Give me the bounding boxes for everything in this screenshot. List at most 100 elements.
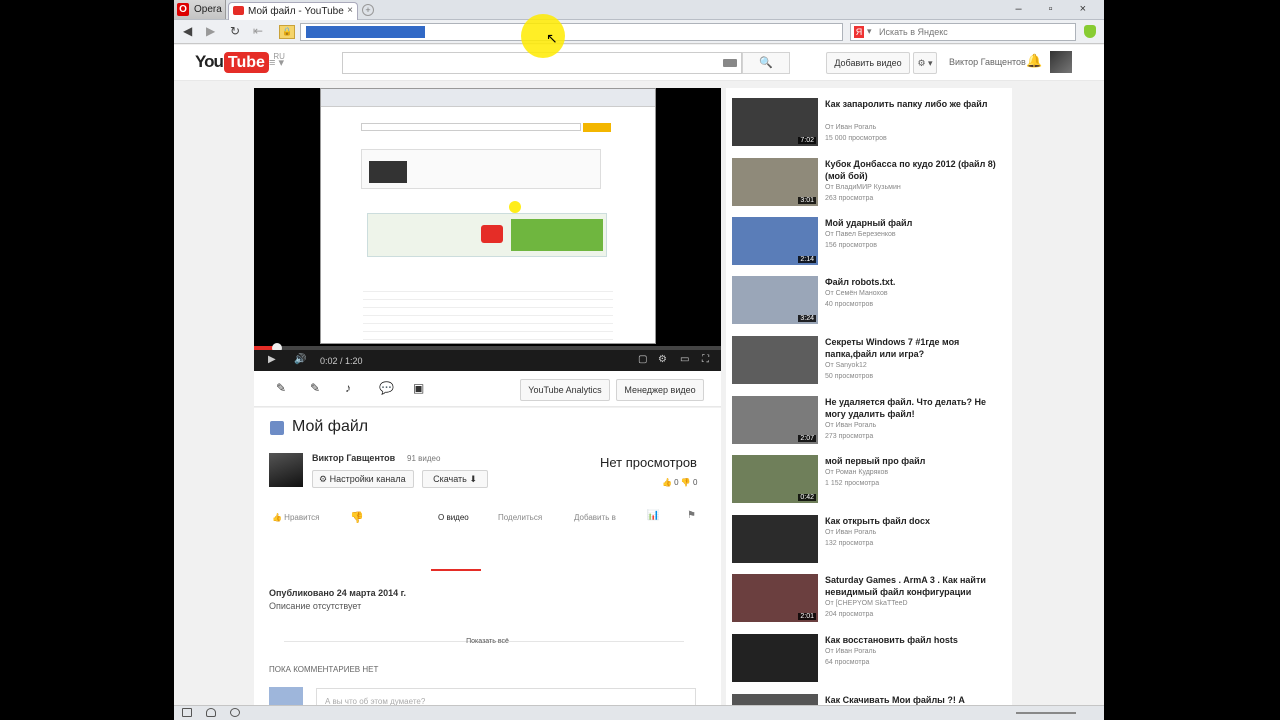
recommendation-thumbnail[interactable]: [732, 634, 818, 682]
turbo-icon[interactable]: [230, 708, 240, 717]
video-description: Описание отсутствует: [269, 601, 362, 611]
recommendation-item[interactable]: Секреты Windows 7 #1где моя папка,файл и…: [732, 336, 1010, 390]
settings-gear-icon[interactable]: ⚙ ▾: [913, 52, 937, 74]
like-button[interactable]: 👍 Нравится: [272, 513, 319, 522]
recommendation-title[interactable]: мой первый про файл: [825, 455, 1005, 467]
back-icon[interactable]: ◀: [183, 24, 192, 38]
tab-share[interactable]: Поделиться: [498, 513, 542, 522]
channel-video-count: 91 видео: [407, 454, 441, 463]
new-tab-button[interactable]: +: [362, 4, 374, 16]
analytics-button[interactable]: YouTube Analytics: [520, 379, 610, 401]
recommendation-title[interactable]: Не удаляется файл. Что делать? Не могу у…: [825, 396, 1005, 420]
yandex-search-field[interactable]: Я ▾ Искать в Яндекс: [850, 23, 1076, 41]
recommendation-item[interactable]: 2:07 Не удаляется файл. Что делать? Не м…: [732, 396, 1010, 450]
channel-avatar[interactable]: [269, 453, 303, 487]
recommendation-item[interactable]: 2:14 Мой ударный файл От Павел Березенко…: [732, 217, 1010, 271]
video-youtube-logo: [481, 225, 503, 243]
recommendation-item[interactable]: 7:02 Как запаролить папку либо же файл О…: [732, 98, 1010, 152]
recommendation-title[interactable]: Файл robots.txt.: [825, 276, 1005, 288]
download-button[interactable]: Скачать ⬇: [422, 470, 488, 488]
recommendation-thumbnail[interactable]: 3:24: [732, 276, 818, 324]
fullscreen-icon[interactable]: ⛶: [702, 354, 709, 365]
upload-button[interactable]: Добавить видео: [826, 52, 910, 74]
extension-icon[interactable]: [1084, 25, 1096, 38]
duration-badge: 2:14: [798, 256, 816, 263]
annotations-icon[interactable]: 💬: [379, 381, 394, 395]
video-manager-button[interactable]: Менеджер видео: [616, 379, 704, 401]
tab-youtube[interactable]: Мой файл - YouTube ×: [228, 2, 358, 20]
opera-menu-label: Opera: [194, 4, 222, 15]
recommendation-views: 263 просмотра: [825, 195, 874, 202]
recommendation-views: 50 просмотров: [825, 373, 874, 380]
camera-icon: [270, 421, 284, 435]
show-all-button[interactable]: Показать всё: [254, 638, 721, 648]
statistics-icon[interactable]: 📊: [647, 510, 659, 521]
url-field[interactable]: 🔒: [279, 23, 843, 41]
recommendation-thumbnail[interactable]: 0:42: [732, 455, 818, 503]
recommendation-thumbnail[interactable]: 2:01: [732, 574, 818, 622]
panel-toggle-icon[interactable]: [182, 708, 192, 717]
window-controls[interactable]: – ▫ ×: [1015, 3, 1098, 15]
video-player[interactable]: ▶ 🔊 0:02 / 1:20 ▢ ⚙ ▭ ⛶: [254, 88, 721, 371]
lock-icon[interactable]: 🔒: [279, 25, 295, 39]
recommendation-thumbnail[interactable]: 2:07: [732, 396, 818, 444]
recommendation-title[interactable]: Секреты Windows 7 #1где моя папка,файл и…: [825, 336, 1005, 360]
recommendation-title[interactable]: Кубок Донбасса по кудо 2012 (файл 8) (мо…: [825, 158, 1005, 182]
url-text-selected[interactable]: [306, 26, 426, 38]
notifications-bell-icon[interactable]: 🔔: [1026, 53, 1042, 69]
recommendation-item[interactable]: 2:01 Saturday Games . ArmA 3 . Как найти…: [732, 574, 1010, 628]
youtube-header: You Tube RU ≡ ▾ 🔍 Добавить видео ⚙ ▾ Викт…: [174, 45, 1104, 81]
dislike-button[interactable]: 👎: [350, 511, 364, 524]
avatar[interactable]: [1050, 51, 1072, 73]
subtitles-icon[interactable]: ▢: [638, 354, 647, 365]
video-list: [363, 284, 613, 343]
keyboard-icon[interactable]: [723, 59, 737, 67]
volume-icon[interactable]: 🔊: [294, 354, 306, 365]
published-date: Опубликовано 24 марта 2014 г.: [269, 588, 406, 598]
subtitles-edit-icon[interactable]: ▣: [413, 381, 424, 395]
recommendation-channel: От [CHEPYOM SkaTTeeD: [825, 600, 908, 607]
forward-icon[interactable]: ▶: [206, 24, 215, 38]
recommendation-item[interactable]: 3:24 Файл robots.txt. От Семён Манохов 4…: [732, 276, 1010, 330]
youtube-search-button[interactable]: 🔍: [742, 52, 790, 74]
player-settings-icon[interactable]: ⚙: [658, 354, 667, 365]
recommendation-item[interactable]: Как открыть файл docx От Иван Рогаль 132…: [732, 515, 1010, 569]
recommendation-title[interactable]: Мой ударный файл: [825, 217, 1005, 229]
edit-icon[interactable]: ✎: [276, 381, 286, 395]
recommendation-thumbnail[interactable]: [732, 336, 818, 384]
active-tab-underline: [431, 569, 481, 571]
recommendation-item[interactable]: Как восстановить файл hosts От Иван Рога…: [732, 634, 1010, 688]
zoom-slider[interactable]: [1016, 712, 1076, 714]
channel-name[interactable]: Виктор Гавщентов: [312, 453, 395, 463]
recommendation-title[interactable]: Как открыть файл docx: [825, 515, 1005, 527]
chevron-down-icon[interactable]: ▾: [867, 26, 872, 37]
guide-menu-icon[interactable]: ≡ ▾: [269, 56, 284, 69]
home-icon[interactable]: ⇤: [253, 24, 263, 38]
tab-close-icon[interactable]: ×: [347, 5, 353, 16]
tab-about[interactable]: О видео: [438, 513, 469, 522]
recommendation-thumbnail[interactable]: 7:02: [732, 98, 818, 146]
opera-menu-button[interactable]: O Opera: [174, 0, 226, 19]
channel-settings-button[interactable]: ⚙ Настройки канала: [312, 470, 414, 488]
enhancements-icon[interactable]: ✎: [310, 381, 320, 395]
user-name[interactable]: Виктор Гавщентов: [949, 57, 1026, 67]
play-icon[interactable]: ▶: [268, 354, 276, 365]
recommendation-thumbnail[interactable]: 2:14: [732, 217, 818, 265]
recommendation-item[interactable]: 0:42 мой первый про файл От Роман Кудряк…: [732, 455, 1010, 509]
reload-icon[interactable]: ↻: [230, 24, 240, 38]
recommendation-title[interactable]: Saturday Games . ArmA 3 . Как найти неви…: [825, 574, 1005, 598]
recommendation-title[interactable]: Как восстановить файл hosts: [825, 634, 1005, 646]
cloud-icon[interactable]: [206, 708, 216, 717]
player-controls: ▶ 🔊 0:02 / 1:20 ▢ ⚙ ▭ ⛶: [254, 350, 721, 371]
recommendation-item[interactable]: 3:01 Кубок Донбасса по кудо 2012 (файл 8…: [732, 158, 1010, 212]
theater-mode-icon[interactable]: ▭: [680, 354, 689, 365]
audio-icon[interactable]: ♪: [345, 381, 351, 395]
flag-icon[interactable]: ⚑: [687, 510, 696, 521]
comments-header: ПОКА КОММЕНТАРИЕВ НЕТ: [269, 665, 379, 674]
recommendation-title[interactable]: Как запаролить папку либо же файл: [825, 98, 1005, 110]
tab-add-to[interactable]: Добавить в: [574, 513, 616, 522]
recommendation-thumbnail[interactable]: 3:01: [732, 158, 818, 206]
recommendation-views: 40 просмотров: [825, 301, 874, 308]
video-content-frame: [320, 88, 656, 344]
recommendation-thumbnail[interactable]: [732, 515, 818, 563]
